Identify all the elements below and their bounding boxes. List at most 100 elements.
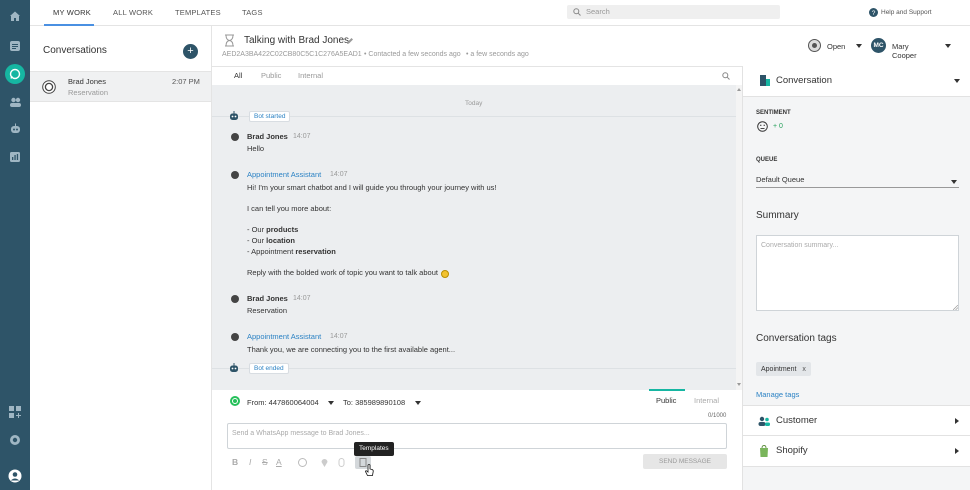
shopify-icon — [760, 445, 768, 457]
message-text: Thank you, we are connecting you to the … — [247, 345, 456, 354]
tab-public[interactable]: Public — [261, 71, 281, 80]
message-text: Reservation — [247, 306, 288, 315]
chevron-right-icon[interactable] — [955, 418, 959, 424]
conversation-section-header[interactable]: Conversation — [743, 66, 970, 97]
agent-avatar[interactable]: MC — [871, 38, 886, 53]
robot-icon — [230, 111, 238, 120]
help-icon[interactable]: ? — [869, 8, 878, 17]
top-bar: MY WORK ALL WORK TEMPLATES TAGS Search ?… — [30, 0, 970, 26]
status-open-icon[interactable] — [808, 39, 821, 52]
sentiment-value: + 0 — [773, 123, 783, 130]
chevron-down-icon[interactable] — [954, 79, 960, 83]
message-bold-text: reservation — [295, 247, 336, 256]
day-separator: Today — [465, 100, 483, 107]
tab-internal[interactable]: Internal — [298, 71, 323, 80]
list-icon[interactable] — [5, 36, 25, 56]
apps-icon[interactable] — [5, 402, 25, 422]
chevron-down-icon[interactable] — [415, 401, 421, 405]
emoji-icon[interactable] — [298, 458, 307, 467]
tab-templates[interactable]: TEMPLATES — [175, 8, 221, 17]
customer-section-header[interactable]: Customer — [743, 405, 970, 436]
scroll-down-icon[interactable] — [737, 383, 741, 386]
neutral-face-icon — [757, 121, 768, 132]
strikethrough-button[interactable]: S — [262, 457, 268, 467]
tab-tags[interactable]: TAGS — [242, 8, 263, 17]
message-list[interactable]: Today Bot started Brad Jones 14:07 Hello… — [212, 85, 742, 390]
search-icon[interactable] — [722, 72, 730, 80]
conversation-contact-name: Brad Jones — [68, 77, 106, 86]
avatar-icon[interactable] — [5, 466, 25, 486]
whatsapp-icon — [42, 80, 56, 94]
divider — [212, 116, 736, 117]
resize-handle-icon[interactable] — [953, 305, 958, 310]
robot-icon[interactable] — [5, 119, 25, 139]
left-nav — [0, 0, 30, 490]
customer-section-title: Customer — [776, 415, 818, 426]
queue-select[interactable]: Default Queue — [756, 172, 959, 188]
divider — [212, 368, 736, 369]
attachment-icon[interactable] — [338, 458, 345, 467]
home-icon[interactable] — [5, 6, 25, 26]
queue-label: QUEUE — [756, 157, 778, 163]
message-line: I can tell you more about: — [247, 204, 332, 213]
chevron-down-icon[interactable] — [856, 44, 862, 48]
chevron-down-icon[interactable] — [328, 401, 334, 405]
details-panel: Conversation SENTIMENT + 0 QUEUE Default… — [742, 66, 970, 490]
conversation-title: Talking with Brad Jones — [244, 35, 350, 46]
chart-icon[interactable] — [5, 147, 25, 167]
message-input[interactable]: Send a WhatsApp message to Brad Jones... — [227, 423, 727, 449]
message-bold-text: products — [266, 225, 299, 234]
conversations-panel: Conversations + Brad Jones Reservation 2… — [30, 26, 212, 490]
help-and-support-link[interactable]: Help and Support — [881, 9, 932, 16]
message-input-placeholder: Send a WhatsApp message to Brad Jones... — [232, 430, 370, 437]
scroll-up-icon[interactable] — [737, 88, 741, 91]
status-open-label[interactable]: Open — [827, 42, 845, 51]
agent-name[interactable]: Mary Cooper — [892, 42, 917, 60]
shopify-section-header[interactable]: Shopify — [743, 436, 970, 467]
edit-icon[interactable] — [346, 37, 354, 45]
conversation-icon — [760, 75, 770, 86]
from-number-select[interactable]: From: 447860064004 — [247, 398, 319, 407]
support-icon[interactable] — [5, 430, 25, 450]
message-time: 14:07 — [330, 333, 348, 340]
bold-button[interactable]: B — [232, 457, 238, 467]
search-box[interactable]: Search — [567, 5, 780, 19]
message-line: - Appointment reservation — [247, 247, 687, 258]
message-sender: Appointment Assistant — [247, 332, 322, 341]
message-line: Reply with the bolded work of topic you … — [247, 268, 687, 279]
shopify-section-title: Shopify — [776, 445, 808, 456]
chat-icon[interactable] — [5, 64, 25, 84]
tab-all[interactable]: All — [234, 71, 242, 80]
location-icon[interactable] — [321, 458, 328, 467]
message-line-text: - Our — [247, 236, 267, 245]
mode-internal[interactable]: Internal — [694, 396, 719, 405]
bot-started-badge: Bot started — [249, 111, 291, 122]
whatsapp-icon — [230, 396, 240, 406]
message-text: Hi! I'm your smart chatbot and I will gu… — [247, 183, 687, 279]
mode-public[interactable]: Public — [656, 396, 676, 405]
tab-my-work[interactable]: MY WORK — [53, 8, 91, 17]
message-line: Hi! I'm your smart chatbot and I will gu… — [247, 183, 497, 192]
send-message-button[interactable]: SEND MESSAGE — [643, 454, 727, 469]
conversation-list-item[interactable]: Brad Jones Reservation 2:07 PM — [30, 71, 211, 102]
tag-remove-button[interactable]: x — [802, 366, 806, 373]
search-icon — [573, 8, 581, 16]
conversation-view: Talking with Brad Jones AED2A3BA422C02CB… — [212, 26, 951, 490]
message-line-text: Reply with the bolded work of topic you … — [247, 268, 438, 278]
tag-label: Apointment — [761, 365, 797, 373]
search-input[interactable]: Search — [586, 7, 610, 16]
sentiment-label: SENTIMENT — [756, 110, 791, 116]
italic-button[interactable]: I — [249, 457, 251, 467]
tab-all-work[interactable]: ALL WORK — [113, 8, 153, 17]
people-icon[interactable] — [5, 92, 25, 112]
summary-textarea[interactable]: Conversation summary... — [756, 235, 959, 311]
active-mode-underline — [649, 389, 685, 391]
to-number-select[interactable]: To: 385989890108 — [343, 398, 405, 407]
chevron-right-icon[interactable] — [955, 448, 959, 454]
add-conversation-button[interactable]: + — [183, 44, 198, 59]
chevron-down-icon[interactable] — [945, 44, 951, 48]
manage-tags-link[interactable]: Manage tags — [756, 390, 799, 399]
text-color-button[interactable]: A — [276, 457, 282, 467]
tag-chip: Apointment x — [756, 362, 811, 376]
message-sender: Brad Jones — [247, 294, 288, 303]
